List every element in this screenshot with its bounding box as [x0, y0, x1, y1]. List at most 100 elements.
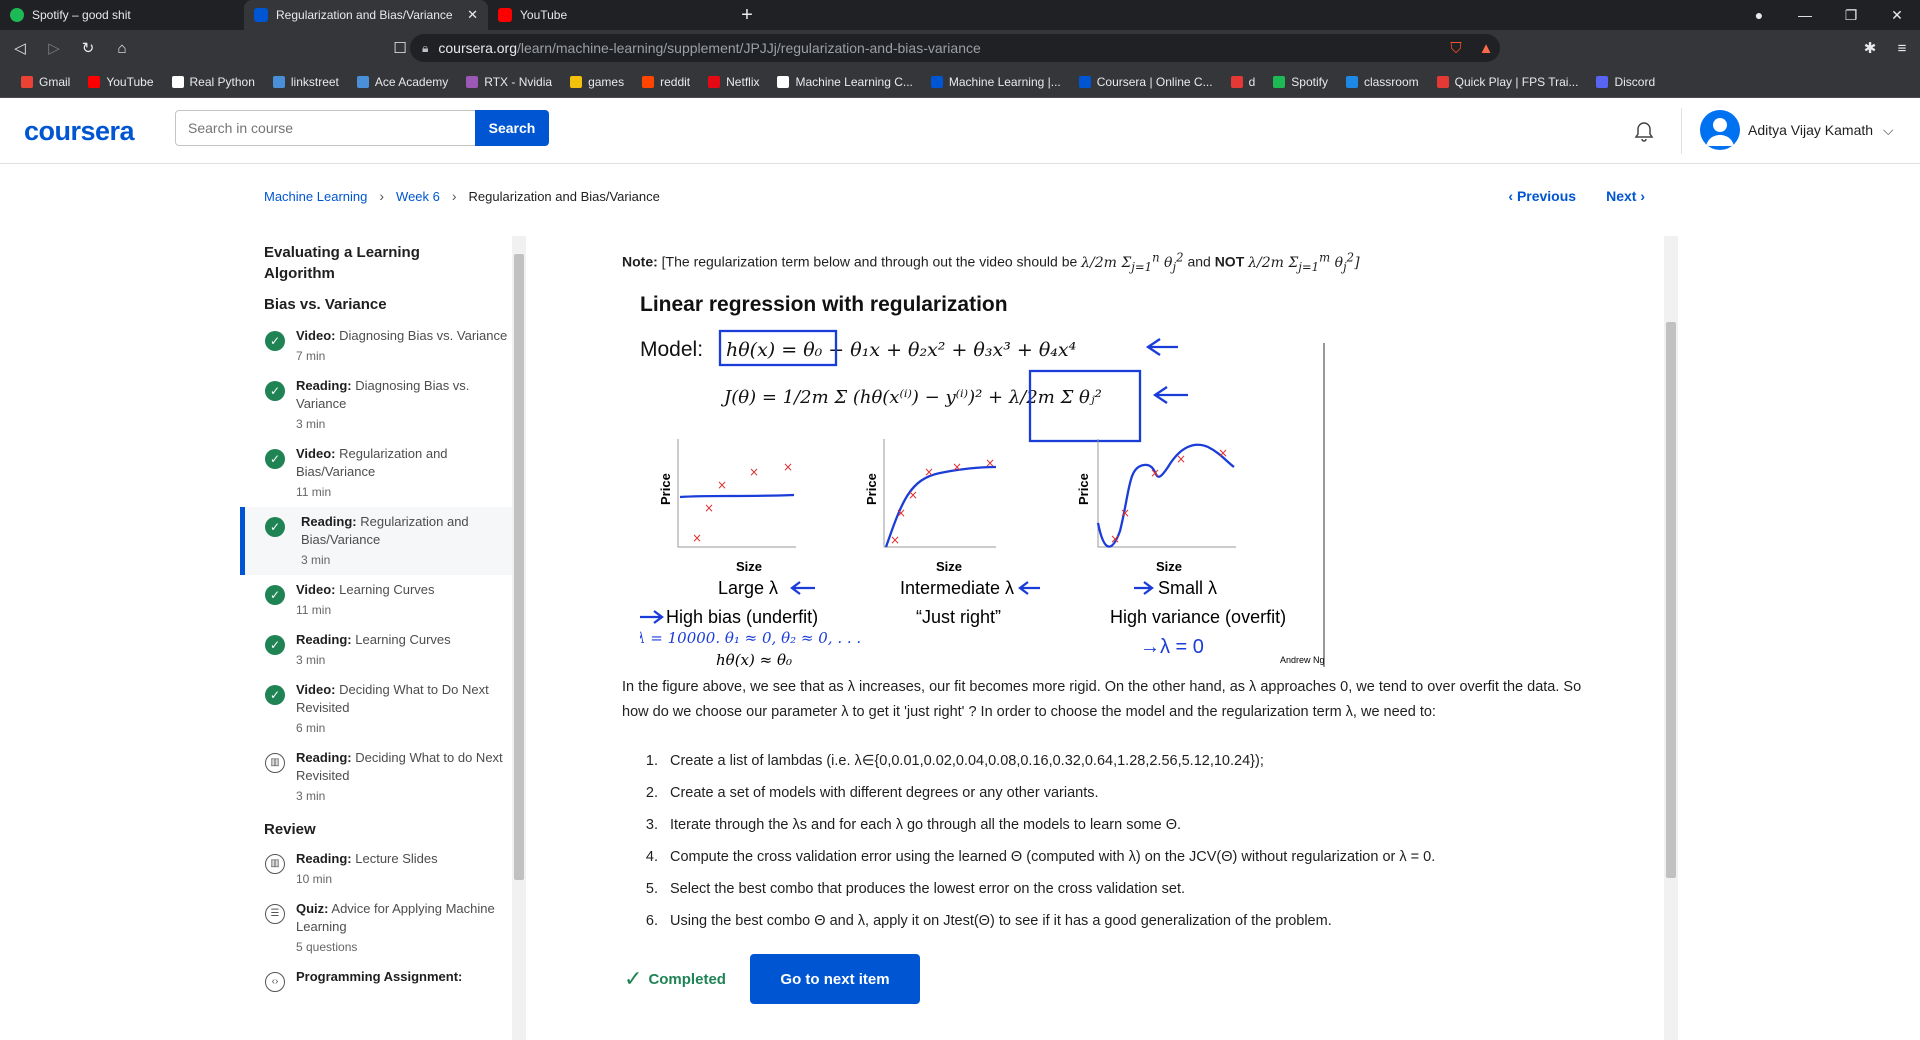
tab-youtube[interactable]: YouTube [488, 0, 732, 30]
chevron-right-icon: › [451, 188, 457, 204]
header-divider [1681, 108, 1682, 154]
bookmark-item[interactable]: Gmail [12, 75, 79, 89]
svg-text:×: × [908, 488, 918, 502]
formula-wrong: λ/2m Σj=1m θj2] [1248, 250, 1360, 274]
outline-item[interactable]: ✓ Reading: Learning Curves 3 min [240, 625, 512, 675]
youtube-icon [498, 8, 512, 22]
reload-icon[interactable]: ↻ [74, 34, 102, 62]
item-type: Quiz: [296, 901, 329, 916]
explanation-paragraph: In the figure above, we see that as λ in… [622, 679, 1582, 721]
outline-item[interactable]: ✓ Reading: Diagnosing Bias vs. Variance 3 … [240, 371, 512, 439]
list-item: Iterate through the λs and for each λ go… [662, 809, 1662, 841]
outline-item[interactable]: ✓ Video: Diagnosing Bias vs. Variance 7 mi… [240, 321, 512, 371]
list-item: Select the best combo that produces the … [662, 873, 1662, 905]
check-icon: ✓ [265, 585, 285, 605]
bookmark-label: Netflix [726, 74, 760, 89]
breadcrumb-week[interactable]: Week 6 [396, 189, 440, 204]
bookmark-item[interactable]: Machine Learning C... [768, 75, 921, 89]
bookmark-item[interactable]: reddit [633, 75, 699, 89]
slide-drawing: Model: hθ(x) = θ₀ + θ₁x + θ₂x² + θ₃x³ + … [640, 330, 1325, 668]
home-icon[interactable]: ⌂ [108, 34, 136, 62]
close-tab-icon[interactable]: ✕ [467, 7, 478, 23]
user-menu[interactable]: Aditya Vijay Kamath ⌵ [1748, 122, 1894, 139]
cost-equation: J(θ) = 1/2m Σ (hθ(x⁽ⁱ⁾) − y⁽ⁱ⁾)² + λ/2m … [720, 387, 1102, 408]
avatar[interactable] [1700, 110, 1740, 150]
brave-shield-icon[interactable]: ⛉ [1442, 34, 1470, 62]
outline-item[interactable]: ▥ Reading: Deciding What to do Next Revis… [240, 743, 512, 811]
item-duration: 5 questions [296, 940, 358, 954]
new-tab-button[interactable]: + [732, 0, 762, 30]
bookmark-item[interactable]: Quick Play | FPS Trai... [1428, 75, 1588, 89]
bookmark-favicon-icon [642, 75, 655, 88]
extensions-icon[interactable]: ✱ [1856, 34, 1884, 62]
bookmark-item[interactable]: Spotify [1264, 75, 1337, 89]
model-label: Model: [640, 338, 703, 361]
bookmark-favicon-icon [21, 75, 33, 88]
bookmark-item[interactable]: d [1222, 75, 1265, 89]
bookmark-label: YouTube [106, 74, 154, 89]
close-window-button[interactable]: ✕ [1874, 0, 1920, 30]
lock-icon: 🔒︎ [422, 40, 429, 55]
coursera-logo[interactable]: coursera [24, 116, 135, 147]
bookmark-item[interactable]: linkstreet [264, 75, 348, 89]
minimize-button[interactable]: — [1782, 0, 1828, 30]
check-icon: ✓ [265, 381, 285, 401]
check-icon: ✓ [265, 449, 285, 469]
svg-text:×: × [890, 533, 900, 547]
bookmarks-bar: Gmail YouTube Real Python linkstreet Ace Aca… [0, 66, 1920, 98]
rewards-icon[interactable]: ▲ [1472, 34, 1500, 62]
outline-item[interactable]: ☰ Quiz: Advice for Applying Machine Learn… [240, 894, 512, 962]
label-just-right: “Just right” [916, 607, 1001, 627]
bookmark-item[interactable]: Coursera | Online C... [1070, 75, 1222, 89]
bookmark-item[interactable]: RTX - Nvidia [457, 75, 561, 89]
content-scrollbar-thumb[interactable] [1666, 322, 1676, 878]
bookmark-label: reddit [660, 74, 691, 89]
tab-title: Spotify – good shit [32, 8, 131, 22]
lambda-example: λ = 10000. θ₁ ≈ 0, θ₂ ≈ 0, . . . [640, 629, 861, 647]
bookmark-favicon-icon [570, 75, 583, 88]
back-icon[interactable]: ◁ [6, 34, 34, 62]
group-heading: Evaluating a Learning Algorithm [264, 244, 420, 282]
menu-icon[interactable]: ≡ [1888, 34, 1916, 62]
profile-icon[interactable]: ● [1736, 0, 1782, 30]
restore-button[interactable]: ❐ [1828, 0, 1874, 30]
bookmark-item[interactable]: Machine Learning |... [922, 75, 1070, 89]
outline-item[interactable]: ✓ Video: Learning Curves 11 min [240, 575, 512, 625]
forward-icon[interactable]: ▷ [40, 34, 68, 62]
outline-item[interactable]: ✓ Video: Regularization and Bias/Variance… [240, 439, 512, 507]
bookmark-label: RTX - Nvidia [484, 74, 553, 89]
bookmark-item[interactable]: Real Python [163, 75, 264, 89]
next-button[interactable]: Next › [1606, 188, 1645, 204]
breadcrumb-course[interactable]: Machine Learning [264, 189, 367, 204]
url-path: /learn/machine-learning/supplement/JPJJj… [516, 40, 981, 56]
search-button[interactable]: Search [475, 110, 549, 146]
go-to-next-item-button[interactable]: Go to next item [750, 954, 920, 1004]
tab-spotify[interactable]: Spotify – good shit [0, 0, 244, 30]
sidebar-scrollbar-thumb[interactable] [514, 254, 524, 880]
bookmark-favicon-icon [1436, 75, 1449, 88]
code-icon: ‹› [265, 972, 285, 992]
outline-item[interactable]: ‹› Programming Assignment: [240, 962, 512, 992]
tab-coursera[interactable]: Regularization and Bias/Variance ✕ [244, 0, 488, 30]
outline-item[interactable]: ✓ Video: Deciding What to Do Next Revisit… [240, 675, 512, 743]
address-bar[interactable]: 🔒︎ coursera.org/learn/machine-learning/s… [410, 34, 1500, 62]
bookmark-item[interactable]: Netflix [699, 75, 768, 89]
bookmark-label: Quick Play | FPS Trai... [1454, 74, 1579, 89]
outline-item-active[interactable]: ✓ Reading: Regularization and Bias/Varian… [240, 507, 512, 575]
bookmark-item[interactable]: Discord [1587, 75, 1664, 89]
axis-label-size: Size [736, 559, 762, 574]
search-input[interactable] [175, 110, 477, 146]
label-high-bias: High bias (underfit) [666, 607, 818, 627]
previous-button[interactable]: ‹ Previous [1508, 188, 1576, 204]
bookmark-item[interactable]: Ace Academy [348, 75, 457, 89]
notification-bell-icon[interactable] [1632, 120, 1656, 144]
note-text: [The regularization term below and throu… [661, 253, 1078, 270]
bookmark-item[interactable]: classroom [1337, 75, 1428, 89]
item-title: Diagnosing Bias vs. Variance [339, 328, 508, 343]
book-icon: ▥ [265, 854, 285, 874]
bookmark-item[interactable]: YouTube [79, 75, 162, 89]
tab-title: Regularization and Bias/Variance [276, 8, 453, 22]
outline-item[interactable]: ▥ Reading: Lecture Slides 10 min [240, 844, 512, 894]
previous-label: Previous [1516, 188, 1577, 204]
bookmark-item[interactable]: games [561, 75, 633, 89]
